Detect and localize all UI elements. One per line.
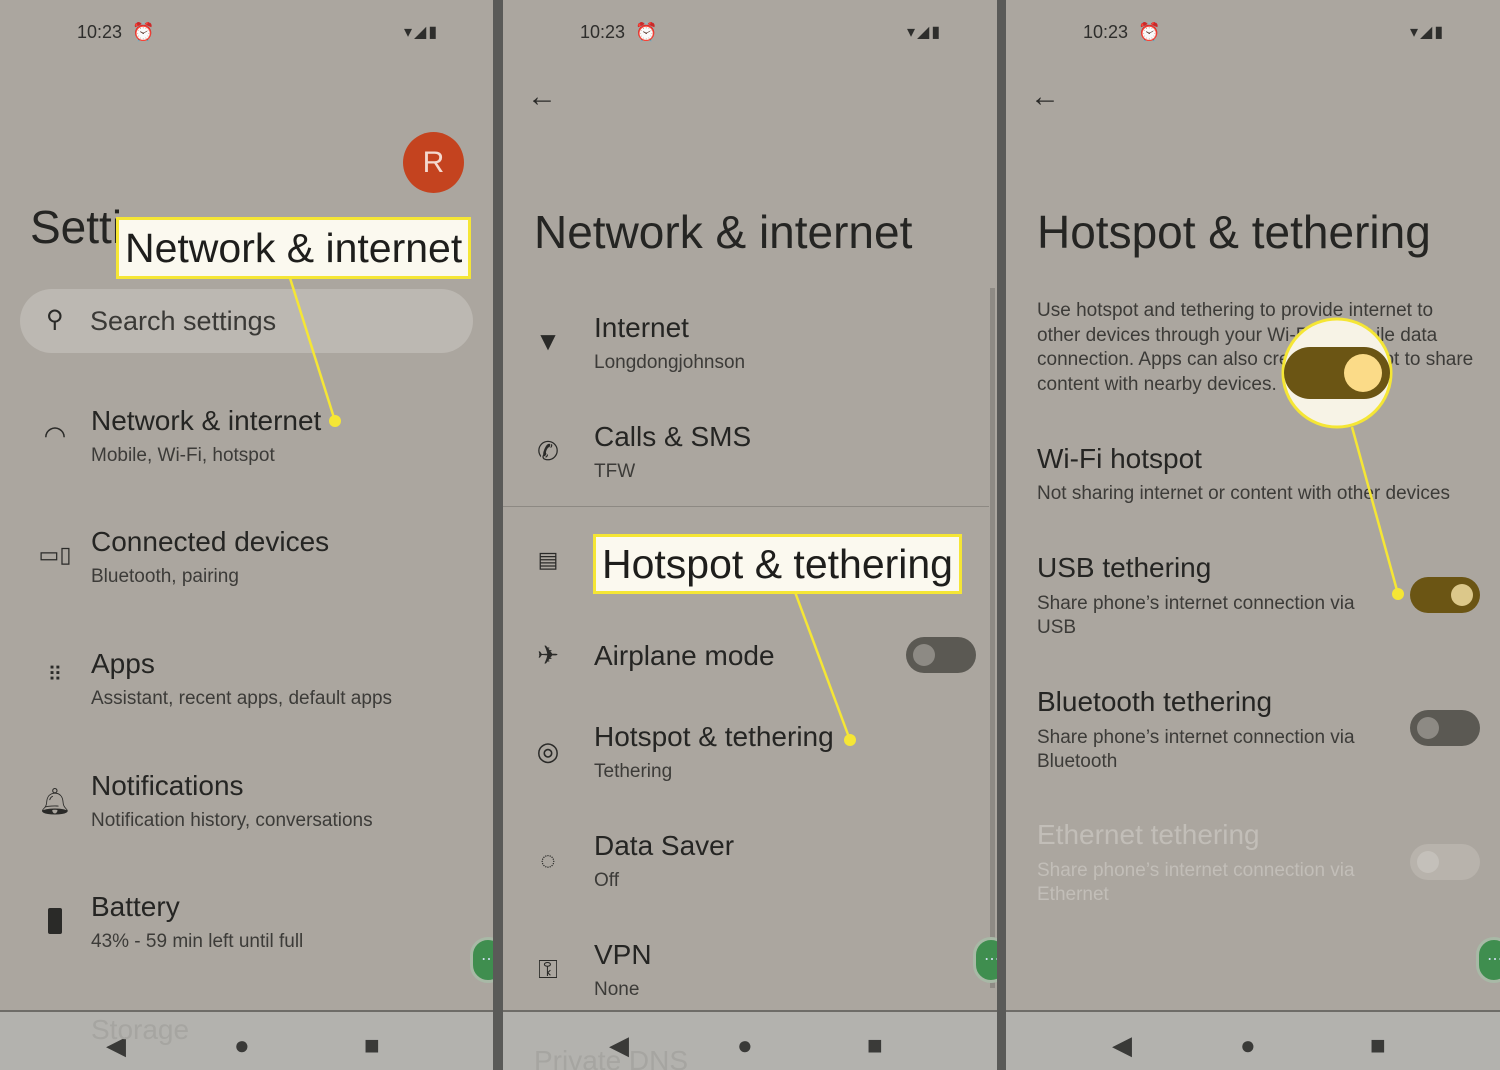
callout-dot — [844, 734, 856, 746]
callout-line — [288, 277, 337, 422]
callout-dot — [1392, 588, 1404, 600]
callout-line — [1350, 426, 1400, 595]
callout-line — [793, 591, 852, 741]
callout-hotspot-tethering: Hotspot & tethering — [593, 534, 962, 594]
callout-network-internet: Network & internet — [116, 217, 472, 279]
magnified-toggle-knob — [1344, 354, 1382, 392]
callout-dot — [329, 415, 341, 427]
